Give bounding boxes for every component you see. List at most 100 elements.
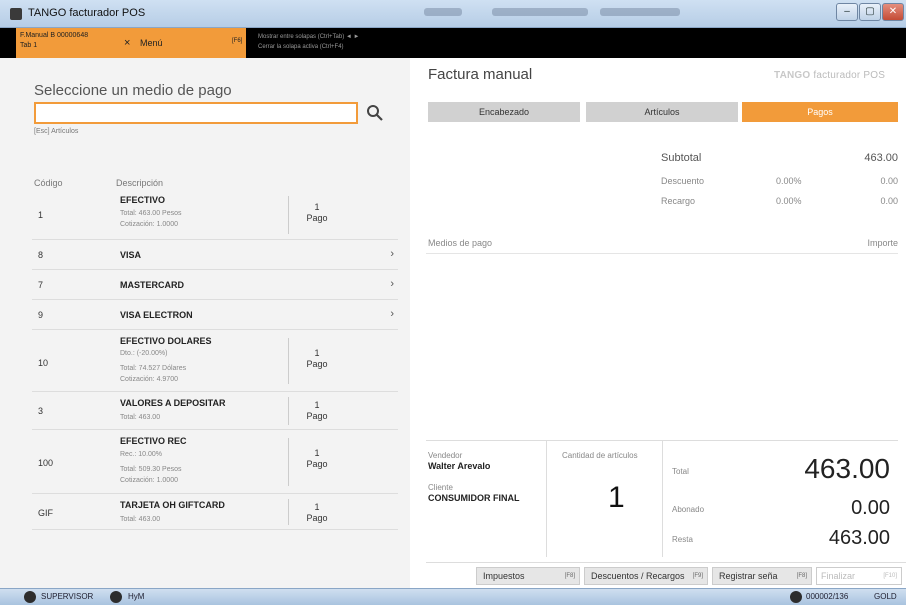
- tab-close-icon[interactable]: ×: [124, 37, 130, 49]
- payment-detail: Cotización: 1.0000: [120, 221, 178, 228]
- status-user: SUPERVISOR: [41, 592, 94, 601]
- column-header-description: Descripción: [116, 178, 164, 188]
- quantity-value: 1: [608, 481, 625, 514]
- status-company: HyM: [128, 592, 145, 601]
- row-divider: [288, 397, 289, 425]
- menu-button[interactable]: Menú: [140, 38, 163, 48]
- brand-logo: TANGO facturador POS: [774, 70, 886, 81]
- search-input[interactable]: [34, 102, 358, 124]
- recargo-label: Recargo: [661, 196, 696, 206]
- payment-detail: Cotización: 1.0000: [120, 477, 178, 484]
- app-icon: [10, 8, 22, 20]
- quantity-label: Cantidad de artículos: [562, 451, 638, 460]
- tab-factura-manual[interactable]: F.Manual B 00000648 Tab 1 × Menú [F6]: [16, 28, 246, 58]
- payment-name: VISA: [120, 250, 142, 260]
- window-title: TANGO facturador POS: [28, 7, 146, 19]
- status-counter: 000002/136: [806, 592, 849, 601]
- invoice-panel: Factura manual TANGO facturador POS Enca…: [410, 58, 906, 588]
- document-tab-bar: F.Manual B 00000648 Tab 1 × Menú [F6] Mo…: [0, 28, 906, 58]
- tab-title: F.Manual B 00000648: [20, 32, 89, 39]
- page-title: Factura manual: [428, 66, 533, 83]
- payment-detail: Rec.: 10.00%: [120, 451, 163, 458]
- row-divider: [288, 338, 289, 384]
- payment-detail: Dto.: (-20.00%): [120, 350, 168, 357]
- payment-row[interactable]: 9 VISA ELECTRON ›: [32, 300, 398, 330]
- payment-code: GIF: [38, 508, 53, 518]
- finalizar-field[interactable]: Finalizar [F10]: [816, 567, 902, 585]
- impuestos-button[interactable]: Impuestos [F8]: [476, 567, 580, 585]
- recargo-value: 0.00: [880, 196, 898, 206]
- user-icon: [24, 591, 36, 603]
- row-divider: [288, 196, 289, 234]
- payment-code: 7: [38, 280, 44, 290]
- divider: [546, 441, 547, 557]
- payment-row[interactable]: 8 VISA ›: [32, 240, 398, 270]
- row-divider: [288, 499, 289, 525]
- payment-detail: Total: 463.00: [120, 414, 161, 421]
- payment-count: 1 Pago: [306, 502, 328, 523]
- blurred-title-text: [492, 8, 588, 16]
- payment-row[interactable]: GIF TARJETA OH GIFTCARD Total: 463.00 1P…: [32, 494, 398, 530]
- descuentos-recargos-button[interactable]: Descuentos / Recargos [F9]: [584, 567, 708, 585]
- payment-code: 8: [38, 250, 44, 260]
- status-bar: SUPERVISOR HyM 000002/136 GOLD: [0, 588, 906, 605]
- search-icon[interactable]: [366, 104, 384, 122]
- payment-name: VALORES A DEPOSITAR: [120, 398, 226, 408]
- blurred-title-text: [600, 8, 680, 16]
- divider: [662, 441, 663, 557]
- payment-detail: Total: 509.30 Pesos: [120, 466, 182, 473]
- tab-subtitle: Tab 1: [20, 42, 38, 49]
- resta-value: 463.00: [828, 527, 890, 549]
- close-button[interactable]: ✕: [882, 3, 904, 21]
- column-header-code: Código: [34, 178, 63, 188]
- row-divider: [288, 438, 289, 486]
- payments-header-label: Medios de pago: [428, 238, 493, 248]
- tab-articulos[interactable]: Artículos: [586, 102, 738, 122]
- menu-shortcut: [F6]: [232, 38, 243, 44]
- tab-encabezado[interactable]: Encabezado: [428, 102, 580, 122]
- title-bar: TANGO facturador POS – ▢ ✕: [0, 0, 906, 28]
- payment-name: EFECTIVO REC: [120, 436, 187, 446]
- payment-detail: Total: 463.00: [120, 516, 161, 523]
- descuento-label: Descuento: [661, 176, 705, 186]
- payment-row[interactable]: 7 MASTERCARD ›: [32, 270, 398, 300]
- payment-name: TARJETA OH GIFTCARD: [120, 500, 225, 510]
- blurred-title-text: [424, 8, 462, 16]
- escape-hint: [Esc] Artículos: [34, 128, 79, 135]
- payment-row[interactable]: 1 EFECTIVO Total: 463.00 Pesos Cotizació…: [32, 190, 398, 240]
- payment-detail: Cotización: 4.9700: [120, 376, 178, 383]
- payment-code: 3: [38, 406, 44, 416]
- divider: [426, 253, 898, 254]
- counter-icon: [790, 591, 802, 603]
- total-label: Total: [672, 467, 689, 476]
- payment-name: VISA ELECTRON: [120, 310, 193, 320]
- recargo-percent: 0.00%: [776, 196, 802, 206]
- payment-count: 1 Pago: [306, 348, 328, 369]
- payment-count: 1 Pago: [306, 400, 328, 421]
- payment-name: EFECTIVO: [120, 195, 166, 205]
- payment-count: 1 Pago: [306, 202, 328, 223]
- registrar-sena-button[interactable]: Registrar seña [F8]: [712, 567, 812, 585]
- maximize-button[interactable]: ▢: [859, 3, 881, 21]
- payment-row[interactable]: 100 EFECTIVO REC Rec.: 10.00% Total: 509…: [32, 430, 398, 494]
- cliente-value: CONSUMIDOR FINAL: [428, 493, 520, 503]
- vendedor-value: Walter Arevalo: [428, 461, 491, 471]
- payment-name: EFECTIVO DOLARES: [120, 336, 212, 346]
- descuento-percent: 0.00%: [776, 176, 802, 186]
- minimize-button[interactable]: –: [836, 3, 858, 21]
- tab-pagos[interactable]: Pagos: [742, 102, 898, 122]
- cliente-label: Cliente: [428, 483, 453, 492]
- payment-row[interactable]: 10 EFECTIVO DOLARES Dto.: (-20.00%) Tota…: [32, 330, 398, 392]
- payment-row[interactable]: 3 VALORES A DEPOSITAR Total: 463.00 1 Pag…: [32, 392, 398, 430]
- tab-close-hint: Cerrar la solapa activa (Ctrl+F4): [258, 44, 344, 50]
- action-bar: Impuestos [F8] Descuentos / Recargos [F9] …: [426, 562, 906, 588]
- payment-code: 10: [38, 358, 49, 368]
- invoice-summary: Vendedor Walter Arevalo Cliente CONSUMID…: [426, 440, 898, 557]
- chevron-right-icon: ›: [390, 248, 394, 260]
- descuento-value: 0.00: [880, 176, 898, 186]
- subtotal-label: Subtotal: [661, 152, 702, 164]
- chevron-right-icon: ›: [390, 308, 394, 320]
- payment-code: 100: [38, 458, 54, 468]
- payment-name: MASTERCARD: [120, 280, 184, 290]
- app-window: TANGO facturador POS – ▢ ✕ F.Manual B 00…: [0, 0, 906, 605]
